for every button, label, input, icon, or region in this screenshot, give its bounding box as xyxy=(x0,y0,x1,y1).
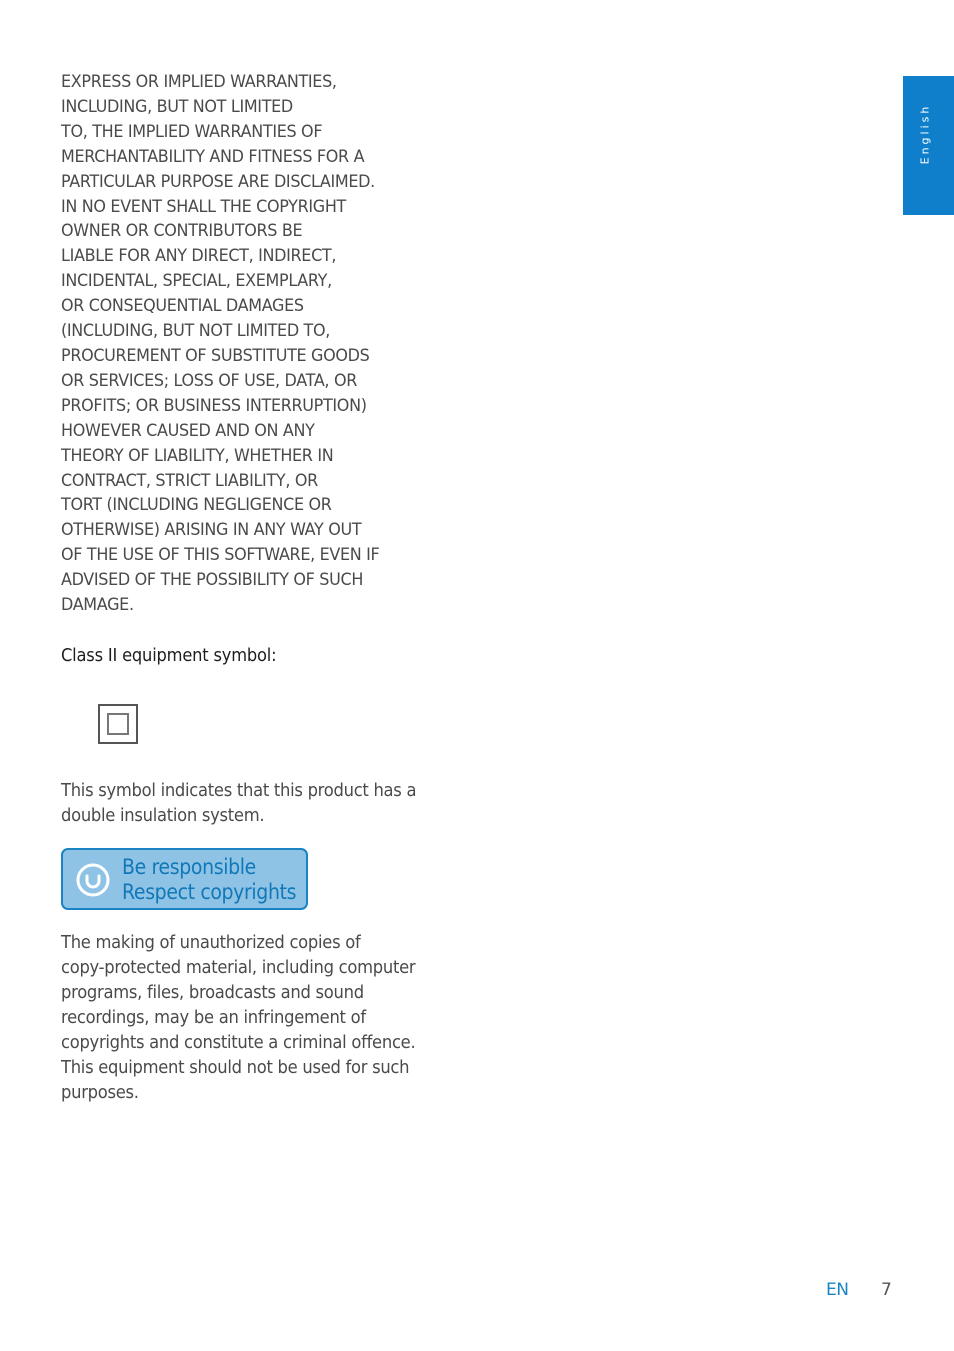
disclaimer-line: OWNER OR CONTRIBUTORS BE xyxy=(61,221,303,242)
copyright-paragraph-line: This equipment should not be used for su… xyxy=(61,1058,410,1078)
disclaimer-line: INCLUDING, BUT NOT LIMITED xyxy=(61,96,293,117)
insulation-description: This symbol indicates that this product … xyxy=(61,779,443,829)
language-side-tab: English xyxy=(903,76,954,215)
disclaimer-line: MERCHANTABILITY AND FITNESS FOR A xyxy=(61,146,365,167)
copyright-paragraph: The making of unauthorized copies of cop… xyxy=(61,931,442,1106)
copyright-paragraph-line: purposes. xyxy=(61,1083,139,1103)
footer-language-code: EN xyxy=(826,1280,849,1300)
banner-line-2: Respect copyrights xyxy=(122,880,297,904)
disclaimer-line: THEORY OF LIABILITY, WHETHER IN xyxy=(61,445,334,466)
disclaimer-line: OR SERVICES; LOSS OF USE, DATA, OR xyxy=(61,370,357,391)
disclaimer-line: DAMAGE. xyxy=(61,595,134,616)
disclaimer-line: OF THE USE OF THIS SOFTWARE, EVEN IF xyxy=(61,545,380,566)
warranty-disclaimer: EXPRESS OR IMPLIED WARRANTIES, INCLUDING… xyxy=(61,70,451,618)
page-number: 7 xyxy=(881,1280,892,1300)
copyright-paragraph-line: The making of unauthorized copies of xyxy=(61,933,361,953)
copyright-paragraph-line: copy-protected material, including compu… xyxy=(61,958,416,978)
respect-copyrights-banner: Be responsible Respect copyrights xyxy=(61,848,308,910)
disclaimer-line: OR CONSEQUENTIAL DAMAGES xyxy=(61,296,304,317)
copyright-paragraph-line: programs, files, broadcasts and sound xyxy=(61,983,364,1003)
disclaimer-line: EXPRESS OR IMPLIED WARRANTIES, xyxy=(61,72,337,92)
banner-text: Be responsible Respect copyrights xyxy=(122,855,315,905)
disclaimer-line: TO, THE IMPLIED WARRANTIES OF xyxy=(61,121,323,142)
disclaimer-line: IN NO EVENT SHALL THE COPYRIGHT xyxy=(61,196,346,217)
disclaimer-line: ADVISED OF THE POSSIBILITY OF SUCH xyxy=(61,570,364,591)
double-square-class-ii-icon xyxy=(98,704,138,744)
circle-smile-icon xyxy=(76,863,110,897)
disclaimer-line: LIABLE FOR ANY DIRECT, INDIRECT, xyxy=(61,246,337,267)
banner-line-1: Be responsible xyxy=(122,855,256,879)
disclaimer-line: PARTICULAR PURPOSE ARE DISCLAIMED. xyxy=(61,171,375,192)
disclaimer-line: CONTRACT, STRICT LIABILITY, OR xyxy=(61,470,318,491)
disclaimer-line: HOWEVER CAUSED AND ON ANY xyxy=(61,420,315,441)
disclaimer-line: INCIDENTAL, SPECIAL, EXEMPLARY, xyxy=(61,271,332,292)
main-column: EXPRESS OR IMPLIED WARRANTIES, INCLUDING… xyxy=(61,70,451,618)
disclaimer-line: PROCUREMENT OF SUBSTITUTE GOODS xyxy=(61,345,370,366)
copyright-paragraph-line: recordings, may be an infringement of xyxy=(61,1008,366,1028)
language-side-tab-label: English xyxy=(918,103,931,164)
disclaimer-line: PROFITS; OR BUSINESS INTERRUPTION) xyxy=(61,395,367,416)
insulation-description-line: This symbol indicates that this product … xyxy=(61,781,417,801)
disclaimer-line: (INCLUDING, BUT NOT LIMITED TO, xyxy=(61,321,331,342)
copyright-paragraph-line: copyrights and constitute a criminal off… xyxy=(61,1033,416,1053)
class-ii-heading: Class II equipment symbol: xyxy=(61,646,277,666)
disclaimer-line: TORT (INCLUDING NEGLIGENCE OR xyxy=(61,495,332,516)
disclaimer-line: OTHERWISE) ARISING IN ANY WAY OUT xyxy=(61,520,362,541)
insulation-description-line: double insulation system. xyxy=(61,806,265,826)
